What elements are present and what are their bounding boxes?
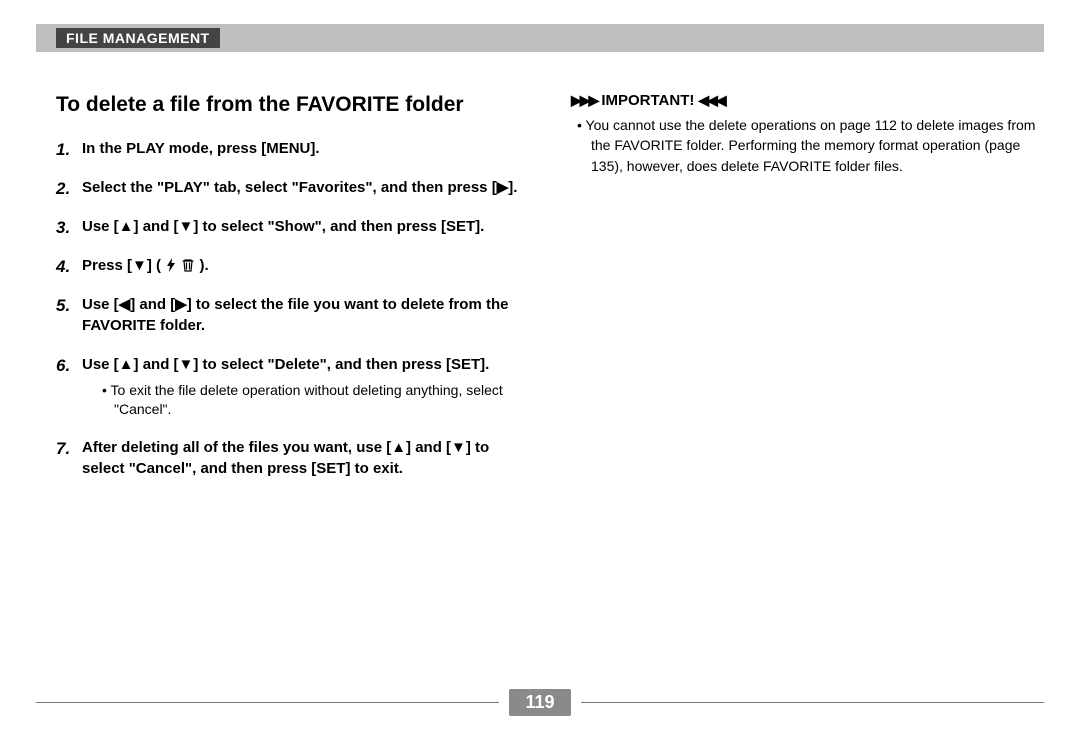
page-footer: 119 — [36, 689, 1044, 716]
step-item: Use [▲] and [▼] to select "Show", and th… — [56, 216, 525, 237]
divider-line-left — [36, 702, 499, 703]
page-number-badge: 119 — [509, 689, 570, 716]
trash-icon — [181, 257, 195, 274]
step-item: In the PLAY mode, press [MENU]. — [56, 138, 525, 159]
step-text: In the PLAY mode, press [MENU]. — [82, 140, 320, 157]
page-number: 119 — [525, 692, 554, 712]
content-columns: To delete a file from the FAVORITE folde… — [36, 92, 1044, 497]
step-text: After deleting all of the files you want… — [82, 439, 489, 477]
step-item: Use [◀] and [▶] to select the file you w… — [56, 294, 525, 336]
right-column: ▶▶▶ IMPORTANT! ◀◀◀ You cannot use the de… — [561, 92, 1044, 497]
divider-line-right — [581, 702, 1044, 703]
section-header-text: FILE MANAGEMENT — [66, 30, 210, 46]
step-text: Use [▲] and [▼] to select "Delete", and … — [82, 356, 489, 373]
step-item: After deleting all of the files you want… — [56, 437, 525, 479]
arrow-right-icon: ▶▶▶ — [571, 92, 597, 109]
step-item: Press [▼] ( ). — [56, 255, 525, 276]
step-text: Use [◀] and [▶] to select the file you w… — [82, 296, 508, 334]
step-text: Select the "PLAY" tab, select "Favorites… — [82, 179, 517, 196]
step-text: Press [▼] ( ). — [82, 257, 209, 274]
footer-divider: 119 — [36, 689, 1044, 716]
step-subnote: To exit the file delete operation withou… — [88, 381, 525, 419]
step-item: Use [▲] and [▼] to select "Delete", and … — [56, 354, 525, 419]
arrow-left-icon: ◀◀◀ — [698, 92, 724, 109]
section-header-label: FILE MANAGEMENT — [56, 28, 220, 48]
manual-page: FILE MANAGEMENT To delete a file from th… — [0, 0, 1080, 730]
important-label: IMPORTANT! — [601, 92, 694, 109]
important-heading: ▶▶▶ IMPORTANT! ◀◀◀ — [567, 92, 1036, 109]
left-column: To delete a file from the FAVORITE folde… — [36, 92, 525, 497]
page-title: To delete a file from the FAVORITE folde… — [56, 92, 525, 118]
flash-icon — [165, 257, 177, 274]
step-item: Select the "PLAY" tab, select "Favorites… — [56, 177, 525, 198]
step-text: Use [▲] and [▼] to select "Show", and th… — [82, 218, 484, 235]
important-text: You cannot use the delete operations on … — [567, 115, 1036, 176]
steps-list: In the PLAY mode, press [MENU]. Select t… — [56, 138, 525, 479]
